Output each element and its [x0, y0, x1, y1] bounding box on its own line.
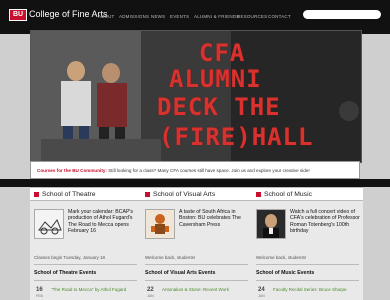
- square-bullet-icon: [145, 192, 150, 197]
- feature-link[interactable]: Watch a full concert video of CFA's cele…: [290, 209, 362, 235]
- hero-line-1: CFA: [199, 39, 246, 67]
- divider: [256, 264, 359, 265]
- feature-thumbnail[interactable]: [145, 209, 175, 239]
- announcement-body: Still looking for a class? Many CFA cour…: [106, 168, 310, 173]
- divider: [145, 264, 248, 265]
- event-month: JAN: [258, 294, 265, 298]
- nav-item-news[interactable]: NEWS: [151, 14, 165, 19]
- column-header[interactable]: School of Music: [252, 187, 363, 201]
- hero-line-2: ALUMNI: [169, 65, 262, 93]
- announcement-text: Courses for the BU Community: Still look…: [37, 166, 310, 175]
- divider: [34, 280, 137, 281]
- square-bullet-icon: [256, 192, 261, 197]
- divider: [34, 264, 137, 265]
- nav-item-about[interactable]: ABOUT: [98, 14, 115, 19]
- events-heading: School of Music Events: [256, 270, 315, 276]
- event-day: 16: [36, 287, 43, 293]
- feature-link[interactable]: A taste of South Africa in Boston: BU ce…: [179, 209, 251, 228]
- event-link[interactable]: Faculty Recital Series: Bruce Sharpe: [273, 287, 347, 293]
- event-day: 22: [147, 287, 154, 293]
- school-column-music: School of Music Watch a full concert vid…: [252, 187, 363, 300]
- events-heading: School of Theatre Events: [34, 270, 97, 276]
- column-title: School of Music: [264, 191, 312, 198]
- event-link[interactable]: Antonakos & Stone: Recent Work: [162, 287, 229, 293]
- artwork-thumbnail-icon: [146, 210, 174, 238]
- nav-item-alumni-friends[interactable]: ALUMNI & FRIENDS: [194, 14, 239, 19]
- nav-item-admissions[interactable]: ADMISSIONS: [119, 14, 149, 19]
- nav-item-resources[interactable]: RESOURCES: [237, 14, 267, 19]
- column-title: School of Theatre: [42, 191, 96, 198]
- column-header[interactable]: School of Visual Arts: [141, 187, 252, 201]
- drawing-thumbnail-icon: [35, 210, 63, 238]
- divider: [256, 280, 359, 281]
- column-header[interactable]: School of Theatre: [30, 187, 141, 201]
- section-divider-band: [0, 179, 390, 187]
- event-link[interactable]: "The Road to Mecca" by Athol Fugard: [51, 287, 126, 293]
- announcement-bar: Courses for the BU Community: Still look…: [30, 161, 360, 179]
- event-month: JAN: [147, 294, 154, 298]
- bu-logo[interactable]: BU: [9, 9, 27, 21]
- nav-item-contact[interactable]: CONTACT: [268, 14, 291, 19]
- hero-line-3: DECK THE: [157, 93, 281, 121]
- divider: [145, 280, 248, 281]
- search-input[interactable]: [303, 10, 381, 19]
- nav-item-events[interactable]: EVENTS: [170, 14, 189, 19]
- column-subtext: Welcome back, students!: [145, 255, 196, 260]
- column-subtext: Welcome back, students!: [256, 255, 307, 260]
- column-subtext: Classes begin Tuesday, January 18: [34, 255, 105, 260]
- column-title: School of Visual Arts: [153, 191, 216, 198]
- feature-thumbnail[interactable]: [34, 209, 64, 239]
- hero-banner[interactable]: CFA ALUMNI DECK THE (FIRE)HALL: [30, 30, 362, 163]
- square-bullet-icon: [34, 192, 39, 197]
- event-month: FEB: [36, 294, 43, 298]
- feature-thumbnail[interactable]: [256, 209, 286, 239]
- events-heading: School of Visual Arts Events: [145, 270, 216, 276]
- feature-link[interactable]: Mark your calendar: BCAP's production of…: [68, 209, 140, 235]
- school-column-visual-arts: School of Visual Arts A taste of South A…: [141, 187, 252, 300]
- hero-line-4: (FIRE)HALL: [159, 123, 314, 151]
- site-title[interactable]: College of Fine Arts: [29, 8, 108, 20]
- event-day: 24: [258, 287, 265, 293]
- school-column-theatre: School of Theatre Mark your calendar: BC…: [30, 187, 141, 300]
- announcement-lead-link[interactable]: Courses for the BU Community:: [37, 168, 107, 173]
- portrait-thumbnail-icon: [257, 210, 285, 238]
